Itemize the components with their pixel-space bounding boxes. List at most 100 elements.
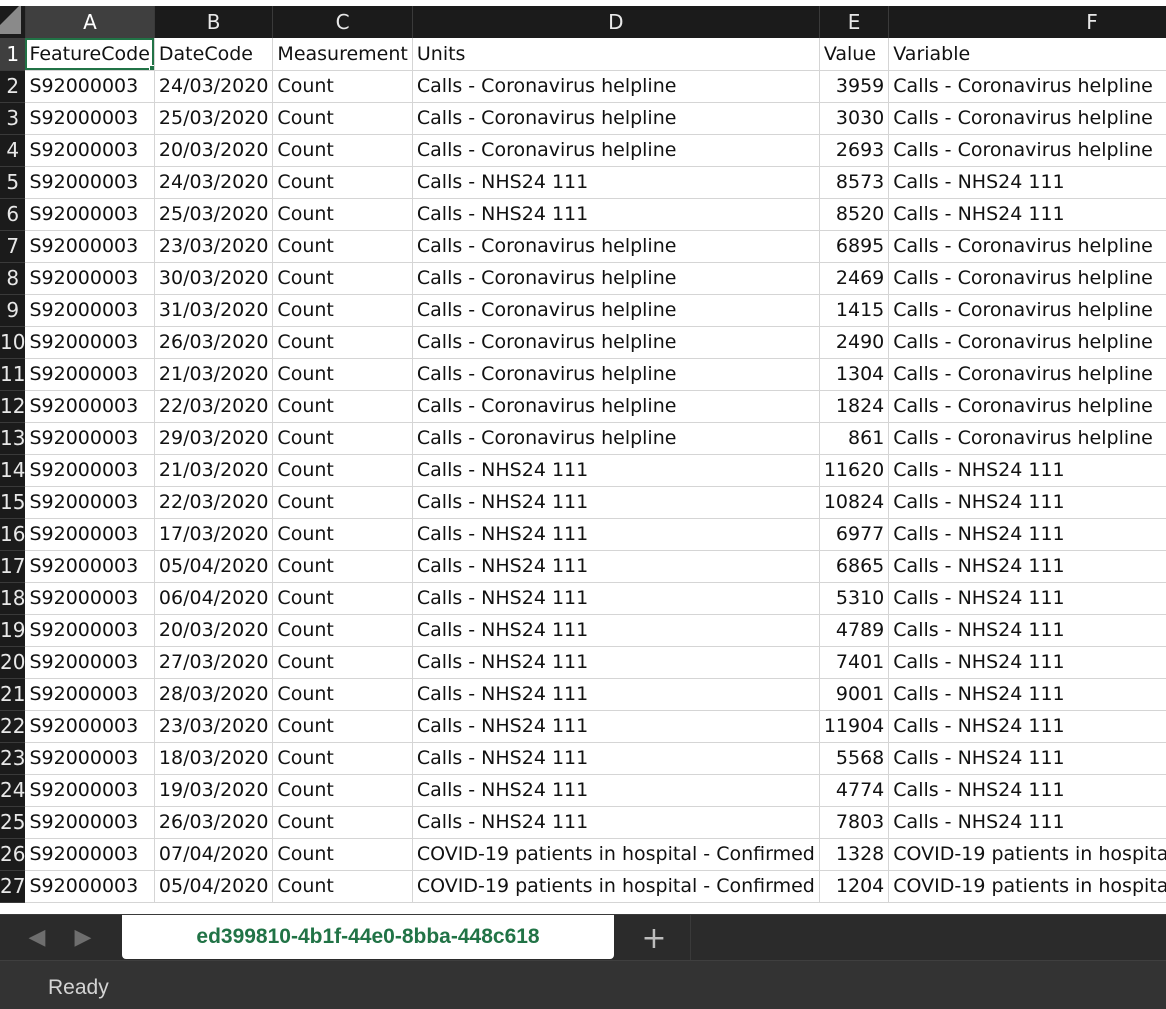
cell-e16[interactable]: 6977	[819, 518, 890, 551]
row-header[interactable]: 20	[0, 646, 26, 679]
cell-c22[interactable]: Count	[272, 710, 413, 743]
row-header[interactable]: 25	[0, 806, 26, 839]
row-header[interactable]: 19	[0, 614, 26, 647]
cell-c8[interactable]: Count	[272, 262, 413, 295]
cell-e9[interactable]: 1415	[819, 294, 890, 327]
row-header[interactable]: 21	[0, 678, 26, 711]
cell-c26[interactable]: Count	[272, 838, 413, 871]
cell-c7[interactable]: Count	[272, 230, 413, 263]
cell-f26[interactable]: COVID-19 patients in hospital - Confirme…	[888, 838, 1166, 871]
cell-b7[interactable]: 23/03/2020	[154, 230, 274, 263]
cell-f9[interactable]: Calls - Coronavirus helpline	[888, 294, 1166, 327]
cell-d15[interactable]: Calls - NHS24 111	[412, 486, 820, 519]
cell-b26[interactable]: 07/04/2020	[154, 838, 274, 871]
cell-f21[interactable]: Calls - NHS24 111	[888, 678, 1166, 711]
row-header[interactable]: 9	[0, 294, 26, 327]
cell-a23[interactable]: S92000003	[25, 742, 155, 775]
cell-f11[interactable]: Calls - Coronavirus helpline	[888, 358, 1166, 391]
worksheet-grid[interactable]: ABCDEFGHI 1FeatureCodeDateCodeMeasuremen…	[0, 0, 1166, 914]
cell-d6[interactable]: Calls - NHS24 111	[412, 198, 820, 231]
cell-e8[interactable]: 2469	[819, 262, 890, 295]
cell-f1[interactable]: Variable	[888, 38, 1166, 71]
cell-d26[interactable]: COVID-19 patients in hospital - Confirme…	[412, 838, 820, 871]
sheet-tab[interactable]: ed399810-4b1f-44e0-8bba-448c618	[122, 915, 614, 959]
cell-b12[interactable]: 22/03/2020	[154, 390, 274, 423]
cell-e25[interactable]: 7803	[819, 806, 890, 839]
cell-c16[interactable]: Count	[272, 518, 413, 551]
cell-a10[interactable]: S92000003	[25, 326, 155, 359]
cell-a18[interactable]: S92000003	[25, 582, 155, 615]
column-header-e[interactable]: E	[819, 6, 890, 38]
cell-a6[interactable]: S92000003	[25, 198, 155, 231]
cell-d8[interactable]: Calls - Coronavirus helpline	[412, 262, 820, 295]
row-header[interactable]: 14	[0, 454, 26, 487]
cell-d22[interactable]: Calls - NHS24 111	[412, 710, 820, 743]
cell-f25[interactable]: Calls - NHS24 111	[888, 806, 1166, 839]
cell-d3[interactable]: Calls - Coronavirus helpline	[412, 102, 820, 135]
cell-c11[interactable]: Count	[272, 358, 413, 391]
column-header-b[interactable]: B	[154, 6, 274, 38]
row-header[interactable]: 4	[0, 134, 26, 167]
cell-d24[interactable]: Calls - NHS24 111	[412, 774, 820, 807]
cell-f10[interactable]: Calls - Coronavirus helpline	[888, 326, 1166, 359]
cell-a16[interactable]: S92000003	[25, 518, 155, 551]
cell-e17[interactable]: 6865	[819, 550, 890, 583]
cell-a7[interactable]: S92000003	[25, 230, 155, 263]
cell-a3[interactable]: S92000003	[25, 102, 155, 135]
cell-d4[interactable]: Calls - Coronavirus helpline	[412, 134, 820, 167]
cell-f6[interactable]: Calls - NHS24 111	[888, 198, 1166, 231]
row-header[interactable]: 27	[0, 870, 26, 903]
cell-c21[interactable]: Count	[272, 678, 413, 711]
cell-f5[interactable]: Calls - NHS24 111	[888, 166, 1166, 199]
cell-b27[interactable]: 05/04/2020	[154, 870, 274, 903]
cell-d23[interactable]: Calls - NHS24 111	[412, 742, 820, 775]
cell-e7[interactable]: 6895	[819, 230, 890, 263]
cell-d18[interactable]: Calls - NHS24 111	[412, 582, 820, 615]
cell-f7[interactable]: Calls - Coronavirus helpline	[888, 230, 1166, 263]
row-header[interactable]: 22	[0, 710, 26, 743]
cell-f16[interactable]: Calls - NHS24 111	[888, 518, 1166, 551]
select-all-corner[interactable]	[0, 6, 26, 38]
cell-d7[interactable]: Calls - Coronavirus helpline	[412, 230, 820, 263]
cell-b22[interactable]: 23/03/2020	[154, 710, 274, 743]
cell-f23[interactable]: Calls - NHS24 111	[888, 742, 1166, 775]
cell-b17[interactable]: 05/04/2020	[154, 550, 274, 583]
cell-b24[interactable]: 19/03/2020	[154, 774, 274, 807]
cell-a15[interactable]: S92000003	[25, 486, 155, 519]
cell-f20[interactable]: Calls - NHS24 111	[888, 646, 1166, 679]
row-header[interactable]: 23	[0, 742, 26, 775]
cell-e27[interactable]: 1204	[819, 870, 890, 903]
cell-a24[interactable]: S92000003	[25, 774, 155, 807]
column-header-d[interactable]: D	[412, 6, 820, 38]
cell-f8[interactable]: Calls - Coronavirus helpline	[888, 262, 1166, 295]
cell-d17[interactable]: Calls - NHS24 111	[412, 550, 820, 583]
row-header[interactable]: 8	[0, 262, 26, 295]
cell-a4[interactable]: S92000003	[25, 134, 155, 167]
cell-c9[interactable]: Count	[272, 294, 413, 327]
cell-f4[interactable]: Calls - Coronavirus helpline	[888, 134, 1166, 167]
cell-d10[interactable]: Calls - Coronavirus helpline	[412, 326, 820, 359]
plus-icon[interactable]: +	[636, 921, 672, 957]
cell-c3[interactable]: Count	[272, 102, 413, 135]
cell-c24[interactable]: Count	[272, 774, 413, 807]
cell-f2[interactable]: Calls - Coronavirus helpline	[888, 70, 1166, 103]
cell-e14[interactable]: 11620	[819, 454, 890, 487]
cell-b8[interactable]: 30/03/2020	[154, 262, 274, 295]
cell-f12[interactable]: Calls - Coronavirus helpline	[888, 390, 1166, 423]
cell-c2[interactable]: Count	[272, 70, 413, 103]
cell-d2[interactable]: Calls - Coronavirus helpline	[412, 70, 820, 103]
cell-b19[interactable]: 20/03/2020	[154, 614, 274, 647]
cell-a27[interactable]: S92000003	[25, 870, 155, 903]
column-header-c[interactable]: C	[272, 6, 413, 38]
cell-c5[interactable]: Count	[272, 166, 413, 199]
cell-f3[interactable]: Calls - Coronavirus helpline	[888, 102, 1166, 135]
cell-e10[interactable]: 2490	[819, 326, 890, 359]
cell-d19[interactable]: Calls - NHS24 111	[412, 614, 820, 647]
cell-a14[interactable]: S92000003	[25, 454, 155, 487]
cell-a9[interactable]: S92000003	[25, 294, 155, 327]
cell-e21[interactable]: 9001	[819, 678, 890, 711]
row-header[interactable]: 16	[0, 518, 26, 551]
cell-a13[interactable]: S92000003	[25, 422, 155, 455]
cell-b11[interactable]: 21/03/2020	[154, 358, 274, 391]
cell-c25[interactable]: Count	[272, 806, 413, 839]
